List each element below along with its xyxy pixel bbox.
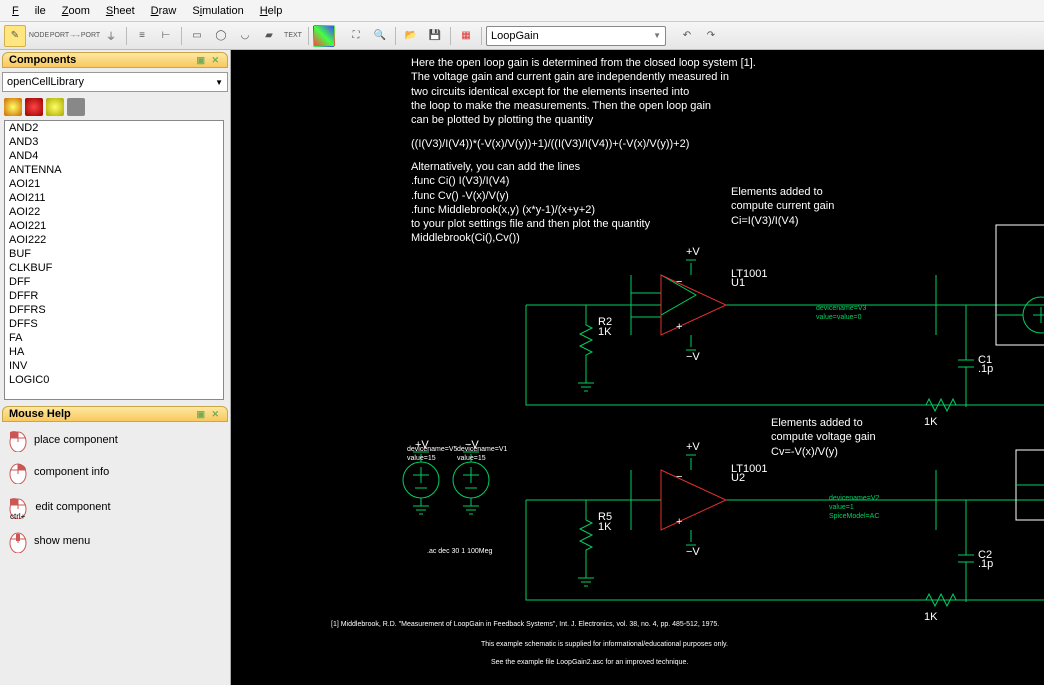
tool-open[interactable]: 📂 <box>400 25 422 47</box>
component-list[interactable]: AND2AND3AND4ANTENNAAOI21AOI211AOI22AOI22… <box>4 120 224 400</box>
filter-icon-1[interactable] <box>4 98 22 116</box>
tool-save[interactable]: 💾 <box>424 25 446 47</box>
list-item[interactable]: AOI211 <box>5 191 223 205</box>
menu-help[interactable]: Help <box>252 5 291 17</box>
dev-v5: devicename=V5 value=15 <box>407 445 457 463</box>
menu-zoom[interactable]: Zoom <box>54 5 98 17</box>
tool-zoomfit[interactable]: ⛶ <box>345 25 367 47</box>
tool-undo[interactable]: ↶ <box>676 25 698 47</box>
menubar: File Zoom Sheet Draw Simulation Help <box>0 0 1044 22</box>
mh-wheel: show menu <box>34 535 90 547</box>
tool-tap[interactable]: ⊢ <box>155 25 177 47</box>
tool-rect[interactable]: ▭ <box>186 25 208 47</box>
list-item[interactable]: DFF <box>5 275 223 289</box>
dev-vx: devicename=V2 value=1 SpiceModel=AC <box>829 494 879 521</box>
components-panel-title[interactable]: Components ▣ ✕ <box>2 52 228 68</box>
component-filter-icons <box>4 96 226 118</box>
tool-zoom[interactable]: 🔍 <box>369 25 391 47</box>
menu-draw[interactable]: Draw <box>143 5 185 17</box>
mh-right: component info <box>34 466 109 478</box>
el2-text: Elements added to compute voltage gain C… <box>771 416 876 459</box>
list-item[interactable]: LOGIC0 <box>5 373 223 387</box>
list-item[interactable]: AND3 <box>5 135 223 149</box>
mouse-left-icon <box>8 428 28 452</box>
mousehelp-panel-title[interactable]: Mouse Help ▣ ✕ <box>2 406 228 422</box>
el1-text: Elements added to compute current gain C… <box>731 185 834 228</box>
svg-text:−: − <box>676 471 682 483</box>
list-item[interactable]: DFFRS <box>5 303 223 317</box>
svg-text:−V: −V <box>686 546 700 558</box>
menu-simulation[interactable]: Simulation <box>184 5 251 17</box>
mouse-right-icon <box>8 460 28 484</box>
svg-text:U1: U1 <box>731 277 745 289</box>
chevron-down-icon: ▼ <box>215 78 223 87</box>
tool-gnd[interactable]: ⏚ <box>100 25 122 47</box>
svg-text:+: + <box>676 516 682 528</box>
reference: [1] Middlebrook, R.D. "Measurement of Lo… <box>331 620 719 629</box>
tool-text[interactable]: TEXT <box>282 25 304 47</box>
design-combo[interactable]: LoopGain ▼ <box>486 26 666 46</box>
filter-icon-3[interactable] <box>46 98 64 116</box>
tool-cursor[interactable]: ✎ <box>4 25 26 47</box>
combo-value: LoopGain <box>491 30 539 42</box>
menu-sheet[interactable]: Sheet <box>98 5 143 17</box>
mouse-help-panel: place component component info ctrl+edit… <box>2 424 228 685</box>
toolbar: ✎ NODE PORT→ →PORT ⏚ ≡ ⊢ ▭ ◯ ◡ ▰ TEXT ⛶ … <box>0 22 1044 50</box>
list-item[interactable]: INV <box>5 359 223 373</box>
svg-text:U2: U2 <box>731 472 745 484</box>
filter-icon-4[interactable] <box>67 98 85 116</box>
list-item[interactable]: AOI22 <box>5 205 223 219</box>
tool-poly[interactable]: ▰ <box>258 25 280 47</box>
tool-arc[interactable]: ◡ <box>234 25 256 47</box>
list-item[interactable]: FA <box>5 331 223 345</box>
tool-oval[interactable]: ◯ <box>210 25 232 47</box>
dev-v1: devicename=V1 value=15 <box>457 445 507 463</box>
list-item[interactable]: ANTENNA <box>5 163 223 177</box>
foot1: This example schematic is supplied for i… <box>481 640 728 649</box>
svg-text:1K: 1K <box>598 326 612 338</box>
svg-text:−V: −V <box>686 351 700 363</box>
intro-text: Here the open loop gain is determined fr… <box>411 56 756 246</box>
svg-text:1K: 1K <box>924 611 938 623</box>
ac-directive: .ac dec 30 1 100Meg <box>427 547 492 556</box>
list-item[interactable]: DFFR <box>5 289 223 303</box>
svg-text:+V: +V <box>686 246 700 258</box>
mh-left: place component <box>34 434 118 446</box>
schematic-canvas[interactable]: Here the open loop gain is determined fr… <box>231 50 1044 685</box>
list-item[interactable]: DFFS <box>5 317 223 331</box>
library-combo[interactable]: openCellLibrary ▼ <box>2 72 228 92</box>
list-item[interactable]: AND2 <box>5 121 223 135</box>
mouse-wheel-icon <box>8 529 28 553</box>
tool-palette[interactable] <box>313 25 335 47</box>
tool-port2[interactable]: →PORT <box>76 25 98 47</box>
list-item[interactable]: AOI21 <box>5 177 223 191</box>
panel-collapse-icon[interactable]: ▣ ✕ <box>196 55 221 66</box>
svg-text:+: + <box>676 321 682 333</box>
panel-collapse-icon[interactable]: ▣ ✕ <box>196 409 221 420</box>
mh-ctrl: edit component <box>35 501 110 513</box>
menu-file[interactable]: File <box>4 5 54 17</box>
tool-hier[interactable]: ▦ <box>455 25 477 47</box>
tool-node[interactable]: NODE <box>28 25 50 47</box>
svg-text:.1p: .1p <box>978 558 993 570</box>
sidebar: Components ▣ ✕ openCellLibrary ▼ AND2AND… <box>0 50 231 685</box>
filter-icon-2[interactable] <box>25 98 43 116</box>
list-item[interactable]: CLKBUF <box>5 261 223 275</box>
svg-text:.1p: .1p <box>978 363 993 375</box>
chevron-down-icon: ▼ <box>653 31 661 40</box>
list-item[interactable]: AOI221 <box>5 219 223 233</box>
list-item[interactable]: BUF <box>5 247 223 261</box>
dev-g: devicename=V3 value=value=0 <box>816 304 866 322</box>
svg-text:1K: 1K <box>598 521 612 533</box>
tool-redo[interactable]: ↷ <box>700 25 722 47</box>
svg-text:+V: +V <box>686 441 700 453</box>
svg-text:−: − <box>676 276 682 288</box>
svg-text:1K: 1K <box>924 416 938 428</box>
tool-bus[interactable]: ≡ <box>131 25 153 47</box>
list-item[interactable]: AND4 <box>5 149 223 163</box>
foot2: See the example file LoopGain2.asc for a… <box>491 658 688 667</box>
list-item[interactable]: HA <box>5 345 223 359</box>
list-item[interactable]: AOI222 <box>5 233 223 247</box>
tool-port1[interactable]: PORT→ <box>52 25 74 47</box>
